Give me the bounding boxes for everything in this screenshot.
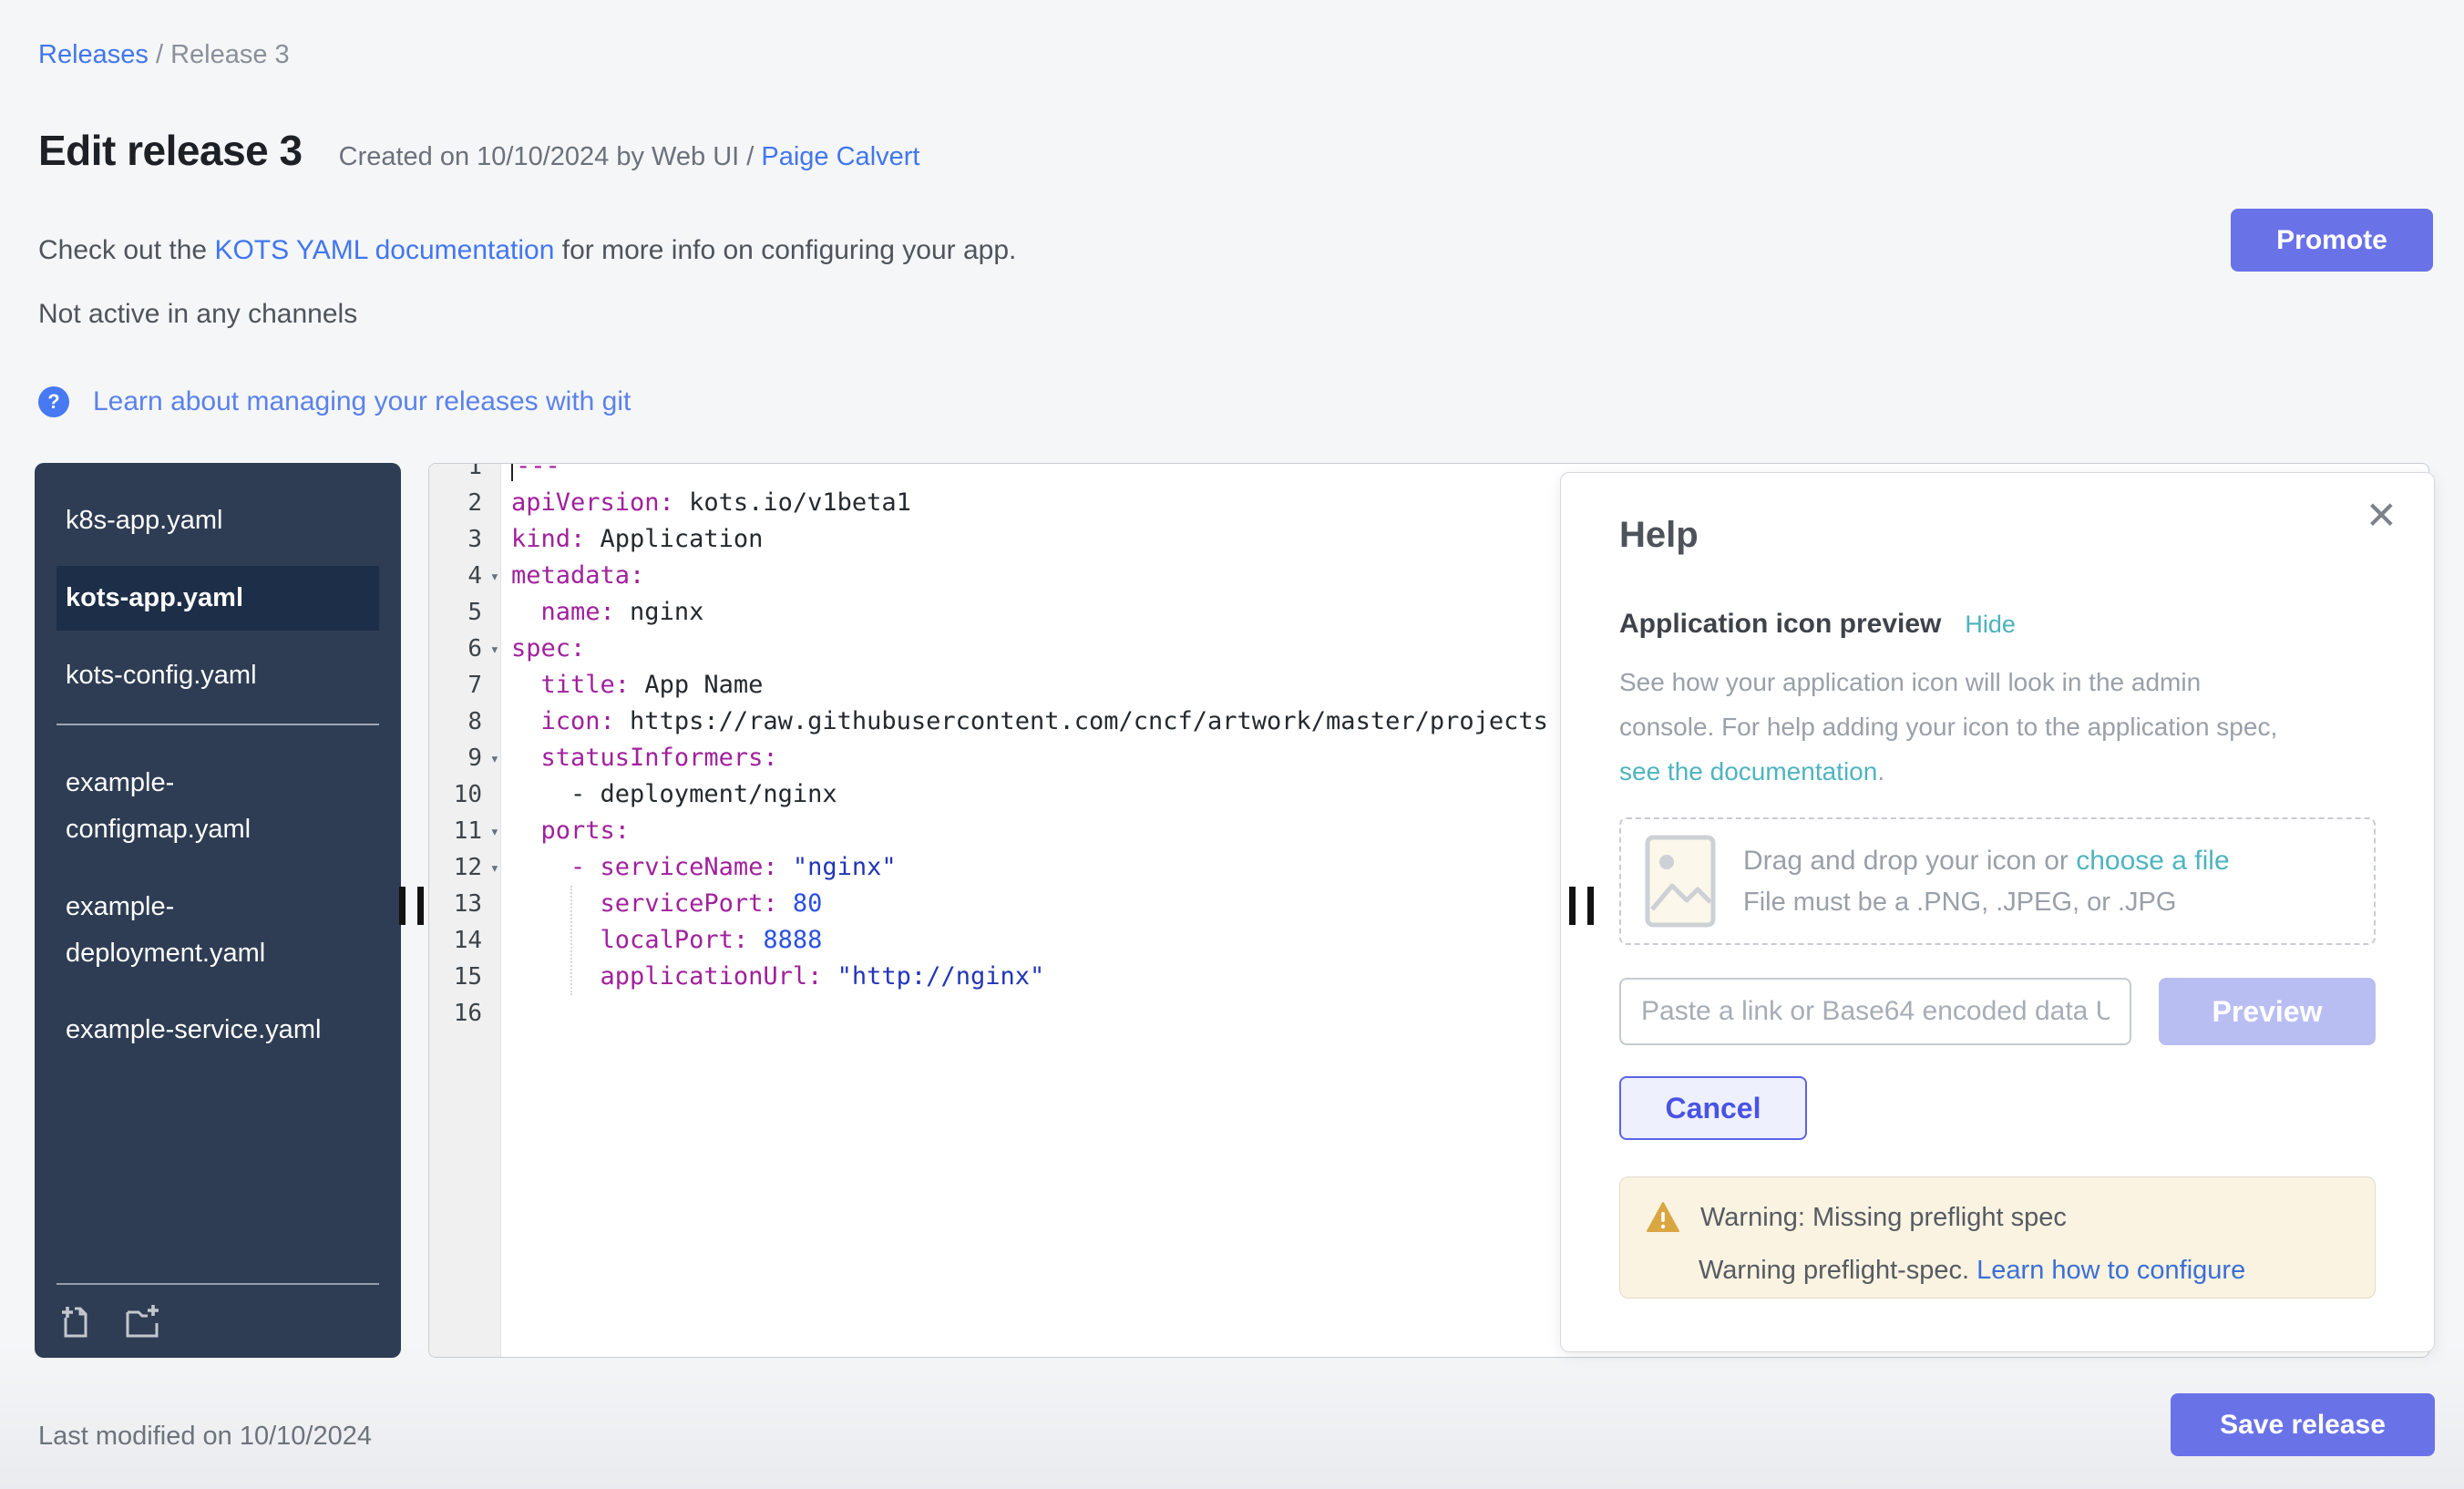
line-number: 11▾	[429, 813, 500, 849]
code-text: apiVersion: kots.io/v1beta1	[500, 485, 911, 521]
code-text: spec:	[500, 631, 585, 667]
created-info: Created on 10/10/2024 by Web UI / Paige …	[339, 142, 920, 172]
sidebar-footer	[56, 1283, 379, 1341]
fold-arrow-icon[interactable]: ▾	[490, 741, 499, 777]
title-row: Edit release 3 Created on 10/10/2024 by …	[38, 126, 919, 175]
code-text: statusInformers:	[500, 740, 778, 776]
git-help-link[interactable]: Learn about managing your releases with …	[93, 386, 631, 417]
dropzone-filetypes: File must be a .PNG, .JPEG, or .JPG	[1743, 888, 2230, 918]
created-author-link[interactable]: Paige Calvert	[761, 142, 919, 171]
code-text: servicePort: 80	[500, 886, 822, 922]
line-number: 8	[429, 703, 500, 740]
icon-dropzone[interactable]: Drag and drop your icon or choose a file…	[1619, 817, 2376, 945]
breadcrumb-releases-link[interactable]: Releases	[38, 40, 149, 69]
breadcrumb-separator: /	[156, 40, 170, 69]
file-list-bottom: example-configmap.yaml example-deployment…	[35, 751, 401, 1063]
kots-yaml-doc-link[interactable]: KOTS YAML documentation	[214, 235, 554, 265]
line-number: 1	[429, 463, 500, 485]
preview-button[interactable]: Preview	[2159, 978, 2376, 1045]
fold-arrow-icon[interactable]: ▾	[490, 559, 499, 595]
doc-line: Check out the KOTS YAML documentation fo…	[38, 235, 1016, 266]
cancel-button[interactable]: Cancel	[1619, 1076, 1807, 1140]
line-number: 9▾	[429, 740, 500, 776]
file-item-example-deployment.yaml[interactable]: example-deployment.yaml	[56, 875, 379, 986]
file-item-k8s-app.yaml[interactable]: k8s-app.yaml	[56, 488, 379, 553]
code-text: - deployment/nginx	[500, 776, 837, 813]
code-text: title: App Name	[500, 667, 763, 703]
channel-status: Not active in any channels	[38, 299, 357, 330]
help-panel: ✕ Help Application icon preview Hide See…	[1560, 472, 2435, 1352]
save-release-button[interactable]: Save release	[2171, 1393, 2435, 1456]
fold-arrow-icon[interactable]: ▾	[490, 814, 499, 850]
code-text: icon: https://raw.githubusercontent.com/…	[500, 703, 1548, 740]
line-number: 12▾	[429, 849, 500, 886]
pane-resize-handle-left[interactable]	[399, 887, 424, 925]
image-placeholder-icon	[1645, 835, 1716, 928]
help-panel-title: Help	[1619, 473, 2376, 556]
close-icon[interactable]: ✕	[2366, 497, 2397, 535]
file-list-top: k8s-app.yaml kots-app.yaml kots-config.yam…	[35, 463, 401, 707]
handle-bar	[417, 887, 424, 925]
line-number: 2	[429, 485, 500, 521]
file-item-kots-app.yaml[interactable]: kots-app.yaml	[56, 566, 379, 631]
file-list-divider	[56, 724, 379, 725]
indent-guide	[570, 886, 572, 995]
code-text: name: nginx	[500, 594, 703, 631]
code-text: localPort: 8888	[500, 922, 822, 959]
fold-arrow-icon[interactable]: ▾	[490, 632, 499, 668]
file-item-example-service.yaml[interactable]: example-service.yaml	[56, 998, 379, 1063]
file-sidebar: k8s-app.yaml kots-app.yaml kots-config.yam…	[35, 463, 401, 1358]
line-number: 16	[429, 995, 500, 1032]
page-title: Edit release 3	[38, 126, 303, 175]
git-help-row: ? Learn about managing your releases wit…	[38, 386, 631, 417]
handle-bar	[1587, 887, 1594, 925]
file-item-kots-config.yaml[interactable]: kots-config.yaml	[56, 643, 379, 708]
preflight-warning-box: Warning: Missing preflight spec Warning …	[1619, 1176, 2376, 1299]
line-number: 5	[429, 594, 500, 631]
code-text: kind: Application	[500, 521, 763, 558]
handle-bar	[399, 887, 406, 925]
code-text: ports:	[500, 813, 630, 849]
icon-url-input[interactable]	[1619, 978, 2131, 1045]
learn-configure-link[interactable]: Learn how to configure	[1976, 1256, 2245, 1285]
fold-arrow-icon[interactable]: ▾	[490, 850, 499, 887]
dropzone-texts: Drag and drop your icon or choose a file…	[1743, 846, 2230, 918]
warning-detail: Warning preflight-spec. Learn how to con…	[1699, 1256, 2349, 1286]
handle-bar	[1569, 887, 1576, 925]
promote-button[interactable]: Promote	[2231, 209, 2433, 272]
file-item-example-configmap.yaml[interactable]: example-configmap.yaml	[56, 751, 379, 862]
line-number: 6▾	[429, 631, 500, 667]
icon-preview-title: Application icon preview	[1619, 609, 1941, 640]
choose-file-link[interactable]: choose a file	[2076, 846, 2229, 876]
code-text: metadata:	[500, 558, 644, 594]
breadcrumb-current: Release 3	[170, 40, 290, 69]
code-text: applicationUrl: "http://nginx"	[500, 959, 1044, 995]
question-circle-icon: ?	[38, 386, 69, 417]
icon-preview-description: See how your application icon will look …	[1619, 660, 2376, 794]
line-number: 7	[429, 667, 500, 703]
add-file-icon[interactable]	[56, 1301, 97, 1341]
warning-title: Warning: Missing preflight spec	[1700, 1203, 2067, 1233]
line-number: 13	[429, 886, 500, 922]
icon-url-row: Preview	[1619, 978, 2376, 1045]
line-number: 4▾	[429, 558, 500, 594]
line-number: 10	[429, 776, 500, 813]
line-number: 3	[429, 521, 500, 558]
hide-link[interactable]: Hide	[1965, 611, 2016, 639]
code-text: - serviceName: "nginx"	[500, 849, 897, 886]
code-text: ---	[500, 463, 560, 485]
line-number: 15	[429, 959, 500, 995]
icon-preview-section-header: Application icon preview Hide	[1619, 609, 2376, 640]
warning-triangle-icon	[1646, 1201, 1680, 1234]
add-folder-icon[interactable]	[120, 1301, 160, 1341]
line-number: 14	[429, 922, 500, 959]
see-documentation-link[interactable]: see the documentation	[1619, 757, 1877, 786]
pane-resize-handle-right[interactable]	[1569, 887, 1594, 925]
last-modified-text: Last modified on 10/10/2024	[38, 1422, 372, 1452]
edit-release-page: Releases / Release 3 Edit release 3 Crea…	[0, 0, 2464, 1489]
text-cursor	[511, 463, 513, 481]
breadcrumb: Releases / Release 3	[38, 40, 290, 70]
code-text	[500, 995, 511, 1032]
